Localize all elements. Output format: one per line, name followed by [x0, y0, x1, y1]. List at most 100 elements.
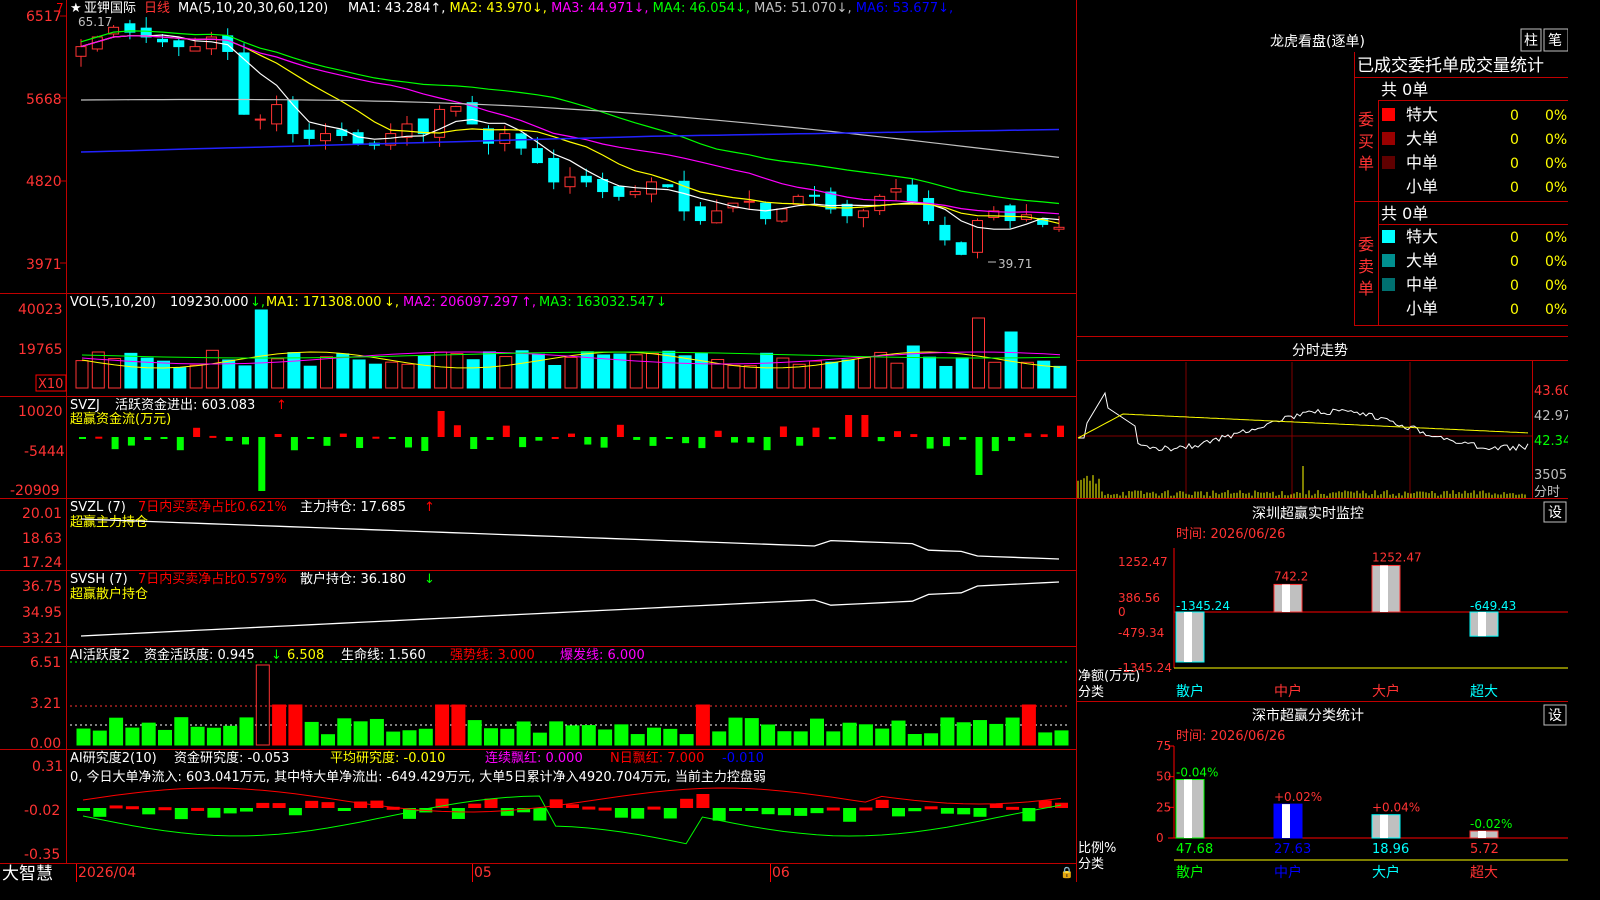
- research-bar: [989, 803, 1003, 808]
- dragon-title: 龙虎看盘(逐单): [1270, 33, 1365, 50]
- volume-bar: [499, 356, 513, 389]
- stats-bar-chart[interactable]: 75 50 25 0 -0.04% 47.68 散户 +0.02% 27.63 中户 +0.04% 1…: [1156, 739, 1568, 881]
- category-label: 超大: [1470, 684, 1498, 700]
- candle: [906, 184, 918, 202]
- category-label: 散户: [1176, 864, 1204, 881]
- flow-bar: [111, 437, 119, 450]
- flow-bar: [225, 437, 233, 441]
- svg-text:主力持仓: 17.685: 主力持仓: 17.685: [300, 500, 406, 515]
- candle: [580, 175, 592, 183]
- y-tick: 19765: [18, 342, 63, 358]
- x-tick: 06: [772, 865, 790, 881]
- activity-bar: [761, 724, 776, 746]
- activity-bar: [92, 730, 107, 746]
- activity-bar: [907, 734, 922, 746]
- stats-title: 深市超赢分类统计: [1252, 707, 1364, 724]
- research-bar: [908, 808, 922, 812]
- research-bar: [337, 808, 351, 811]
- y-tick: -479.34: [1118, 626, 1164, 640]
- volume-bar: [531, 353, 545, 389]
- candle: [499, 133, 511, 144]
- research-bar: [191, 807, 205, 811]
- candle: [597, 179, 609, 193]
- main-holding-line[interactable]: [80, 518, 1060, 560]
- activity-bar: [858, 724, 873, 746]
- activity-bar: [598, 729, 613, 746]
- flow-bar: [437, 411, 445, 437]
- volume-bar: [760, 352, 774, 389]
- vol-title: VOL(5,10,20): [70, 295, 156, 310]
- svg-text:33.21: 33.21: [22, 631, 62, 647]
- flow-bar: [991, 437, 999, 452]
- research-bar: [712, 808, 726, 821]
- research-bar: [843, 808, 857, 822]
- volume-bar: [727, 364, 741, 389]
- svg-text:↓: ↓: [424, 572, 435, 587]
- monitor-bar-chart[interactable]: 1252.47 386.560 -479.34 -1345.24 -1345.24 散户 7…: [1118, 548, 1568, 700]
- x-axis-ticks: [76, 864, 771, 882]
- research-bar: [892, 808, 905, 817]
- svg-text:17.24: 17.24: [22, 555, 62, 571]
- svg-text:连续飘红: 0.000: 连续飘红: 0.000: [485, 750, 583, 766]
- monitor-time: 时间: 2026/06/26: [1176, 527, 1285, 542]
- volume-bar: [857, 356, 871, 389]
- research-bar: [256, 802, 270, 808]
- volume-bar: [743, 365, 757, 389]
- flow-bar: [796, 437, 804, 446]
- order-color-swatch: [1382, 254, 1395, 267]
- sell-orders-label: 委卖单: [1358, 235, 1374, 298]
- research-bar: [484, 798, 498, 808]
- candlestick-chart[interactable]: [75, 17, 1065, 259]
- bar-value-label: 742.2: [1274, 569, 1308, 583]
- volume-bar: [548, 364, 562, 389]
- volume-bar: [939, 365, 953, 389]
- volume-bars[interactable]: [75, 309, 1067, 389]
- category-label: 超大: [1470, 865, 1498, 881]
- activity-bar: [1054, 730, 1069, 746]
- flow-bar: [144, 437, 152, 440]
- svg-text:↑: ↑: [276, 398, 287, 413]
- activity-bars[interactable]: [70, 661, 1070, 746]
- intraday-chart[interactable]: [1077, 362, 1532, 498]
- flow-bar: [812, 427, 820, 437]
- y-tick: -1345.24: [1118, 661, 1172, 675]
- y-tick: 75: [1156, 739, 1171, 753]
- candle: [694, 206, 706, 222]
- research-bar: [826, 807, 840, 811]
- activity-bar: [1005, 717, 1020, 746]
- flow-bar: [763, 437, 771, 451]
- flow-bar: [242, 437, 249, 445]
- svg-text:20.01: 20.01: [22, 506, 62, 522]
- svg-text:6.51: 6.51: [30, 655, 61, 671]
- volume-bar: [988, 361, 1002, 389]
- x-tick: 2026/04: [78, 865, 136, 881]
- volume-bar: [157, 360, 170, 389]
- flow-bar: [568, 433, 575, 437]
- research-bar: [451, 808, 465, 819]
- monitor-title: 深圳超赢实时监控: [1252, 505, 1364, 522]
- brand-logo: 大智慧: [2, 864, 53, 882]
- research-bar: [566, 804, 579, 808]
- lock-icon[interactable]: 🔒: [1060, 866, 1074, 879]
- fund-flow-bars[interactable]: [79, 411, 1064, 491]
- flow-bar: [584, 437, 592, 445]
- activity-bar: [337, 718, 352, 746]
- stock-terminal: 6517 5668 4820 3971 7 ★ 亚钾国际 日线 MA(5,10,…: [0, 0, 1568, 882]
- svsh-y-axis: 36.75 34.95 33.21: [22, 579, 62, 647]
- order-color-swatch: [1382, 278, 1395, 291]
- retail-holding-line[interactable]: [80, 581, 1060, 637]
- volume-bar: [352, 359, 366, 389]
- activity-bar: [532, 732, 547, 746]
- ai2-summary: 0, 今日大单净流入: 603.041万元, 其中特大单净流出: -649.42…: [70, 769, 766, 785]
- flow-bar: [323, 437, 331, 446]
- research-bar: [93, 808, 107, 817]
- bar-highlight: [1380, 814, 1388, 838]
- flow-bar: [942, 437, 950, 447]
- bar-highlight: [1282, 804, 1290, 838]
- activity-bar: [565, 725, 580, 746]
- research-bar: [663, 808, 677, 819]
- activity-bar: [418, 728, 433, 746]
- activity-bar: [695, 704, 710, 746]
- volume-bar: [955, 357, 969, 389]
- research-bars[interactable]: [77, 787, 1068, 845]
